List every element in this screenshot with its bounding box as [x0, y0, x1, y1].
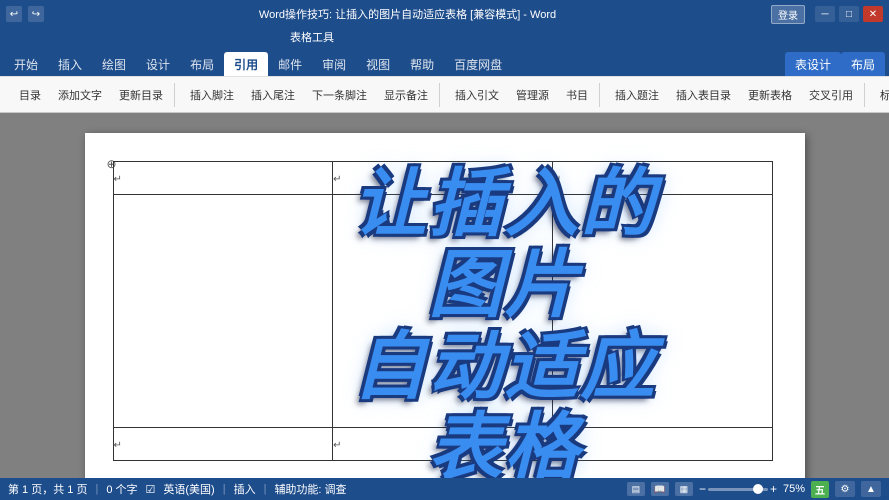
tab-start[interactable]: 开始 [4, 52, 48, 76]
sep3: | [264, 483, 267, 495]
ribbon-tabs: 开始 插入 绘图 设计 布局 引用 邮件 审阅 视图 帮助 百度网盘 表设计 布… [0, 46, 889, 76]
cmd-insert-table-fig[interactable]: 插入表目录 [669, 85, 738, 105]
cmd-group-toc: 目录 添加文字 更新目录 [8, 83, 175, 107]
word-table[interactable]: ↵ ↵ ↵ ↵ ↵ ↵ [113, 161, 773, 461]
view-web-btn[interactable]: ▦ [675, 482, 693, 496]
cmd-group-index: 标记条目 插入索引 更新索引 [869, 83, 889, 107]
settings-icon[interactable]: ⚙ [835, 481, 855, 497]
window-title: Word操作技巧: 让插入的图片自动适应表格 [兼容模式] - Word [44, 6, 771, 22]
cmd-show-notes[interactable]: 显示备注 [377, 85, 435, 105]
cmd-update-toc[interactable]: 更新目录 [112, 85, 170, 105]
cmd-mark-entry[interactable]: 标记条目 [873, 85, 889, 105]
tab-mail[interactable]: 邮件 [268, 52, 312, 76]
table-tools-label: 表格工具 [290, 29, 334, 45]
cmd-insert-caption[interactable]: 插入题注 [608, 85, 666, 105]
table-cell[interactable]: ↵ [552, 427, 772, 460]
table-cell[interactable]: ↵ [333, 427, 553, 460]
table-cell[interactable] [113, 195, 333, 428]
sep1: | [95, 483, 98, 495]
title-bar-right: 登录 ─ □ ✕ [771, 5, 883, 24]
login-button[interactable]: 登录 [771, 5, 805, 24]
cmd-cross-ref[interactable]: 交叉引用 [802, 85, 860, 105]
status-bar: 第 1 页，共 1 页 | 0 个字 ☑ 英语(美国) | 插入 | 辅助功能:… [0, 478, 889, 500]
cmd-manage-sources[interactable]: 管理源 [509, 85, 556, 105]
title-bar-left: ↩ ↪ [6, 6, 44, 22]
expand-icon[interactable]: ▲ [861, 481, 881, 497]
ribbon: 开始 插入 绘图 设计 布局 引用 邮件 审阅 视图 帮助 百度网盘 表设计 布… [0, 46, 889, 113]
tab-baidu[interactable]: 百度网盘 [444, 52, 512, 76]
tab-draw[interactable]: 绘图 [92, 52, 136, 76]
cmd-add-text[interactable]: 添加文字 [51, 85, 109, 105]
document-page: ⊕ ↵ ↵ ↵ ↵ ↵ ↵ 让插入的 图片 自动适 [85, 133, 805, 478]
table-cell[interactable]: ↵ [113, 427, 333, 460]
tab-table-layout[interactable]: 布局 [841, 52, 885, 76]
wuji-logo[interactable]: 五 [811, 481, 829, 498]
table-row: ↵ ↵ ↵ [113, 162, 772, 195]
word-count: 0 个字 [106, 481, 137, 497]
document-area: ⊕ ↵ ↵ ↵ ↵ ↵ ↵ 让插入的 图片 自动适 [0, 113, 889, 478]
zoom-slider-area[interactable]: − + [699, 482, 777, 496]
view-normal-btn[interactable]: ▤ [627, 482, 645, 496]
table-cell[interactable]: ↵ [552, 162, 772, 195]
minimize-button[interactable]: ─ [815, 6, 835, 22]
cmd-endnote[interactable]: 插入尾注 [244, 85, 302, 105]
tab-references[interactable]: 引用 [224, 52, 268, 76]
tab-layout[interactable]: 布局 [180, 52, 224, 76]
table-tools-bar: 表格工具 [0, 28, 889, 46]
language[interactable]: 英语(美国) [163, 481, 214, 497]
table-cell[interactable]: ↵ [333, 162, 553, 195]
zoom-in-btn[interactable]: + [770, 482, 777, 496]
insert-mode[interactable]: 插入 [234, 481, 256, 497]
cmd-bibliography[interactable]: 书目 [559, 85, 595, 105]
cmd-toc[interactable]: 目录 [12, 85, 48, 105]
spell-check-icon[interactable]: ☑ [146, 483, 156, 496]
tab-design[interactable]: 设计 [136, 52, 180, 76]
page-count: 第 1 页，共 1 页 [8, 481, 87, 497]
cmd-insert-citation[interactable]: 插入引文 [448, 85, 506, 105]
tab-review[interactable]: 审阅 [312, 52, 356, 76]
table-cell[interactable]: ↵ [113, 162, 333, 195]
zoom-level[interactable]: 75% [783, 483, 805, 495]
redo-button[interactable]: ↪ [28, 6, 44, 22]
zoom-out-btn[interactable]: − [699, 482, 706, 496]
zoom-thumb[interactable] [753, 484, 763, 494]
cmd-group-citations: 插入引文 管理源 书目 [444, 83, 600, 107]
table-row: ↵ ↵ ↵ [113, 427, 772, 460]
zoom-track[interactable] [708, 488, 768, 491]
sep2: | [223, 483, 226, 495]
status-right: ▤ 📖 ▦ − + 75% 五 ⚙ ▲ [627, 481, 881, 498]
cmd-group-footnote: 插入脚注 插入尾注 下一条脚注 显示备注 [179, 83, 440, 107]
tab-table-design[interactable]: 表设计 [785, 52, 841, 76]
tab-help[interactable]: 帮助 [400, 52, 444, 76]
cmd-group-captions: 插入题注 插入表目录 更新表格 交叉引用 [604, 83, 865, 107]
undo-button[interactable]: ↩ [6, 6, 22, 22]
tab-view[interactable]: 视图 [356, 52, 400, 76]
view-read-btn[interactable]: 📖 [651, 482, 669, 496]
close-button[interactable]: ✕ [863, 6, 883, 22]
title-bar: ↩ ↪ Word操作技巧: 让插入的图片自动适应表格 [兼容模式] - Word… [0, 0, 889, 28]
table-cell[interactable] [333, 195, 553, 428]
tab-insert[interactable]: 插入 [48, 52, 92, 76]
restore-button[interactable]: □ [839, 6, 859, 22]
table-cell[interactable] [552, 195, 772, 428]
cmd-next-footnote[interactable]: 下一条脚注 [305, 85, 374, 105]
cmd-footnote[interactable]: 插入脚注 [183, 85, 241, 105]
accessibility-status[interactable]: 辅助功能: 调查 [274, 481, 346, 497]
cmd-update-table[interactable]: 更新表格 [741, 85, 799, 105]
table-row [113, 195, 772, 428]
ribbon-commands: 目录 添加文字 更新目录 插入脚注 插入尾注 下一条脚注 显示备注 插入引文 管… [0, 76, 889, 112]
